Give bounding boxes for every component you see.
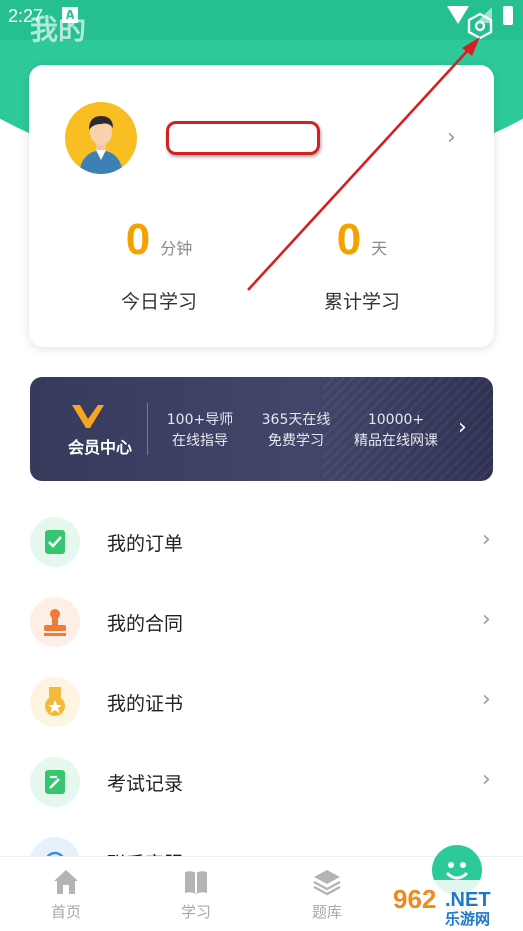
chevron-right-icon: › xyxy=(482,687,491,712)
vip-feature-free-line2: 免费学习 xyxy=(268,433,324,449)
vip-feature-free: 365天在线 免费学习 xyxy=(252,410,340,452)
vip-feature-tutors: 100+导师 在线指导 xyxy=(160,410,240,452)
vip-feature-courses-line2: 精品在线网课 xyxy=(354,433,438,449)
stat-today: 0 分钟 今日学习 xyxy=(59,215,259,314)
chevron-right-icon: › xyxy=(458,415,467,440)
vip-divider xyxy=(147,403,148,455)
menu-label: 我的合同 xyxy=(107,613,184,635)
chevron-right-icon: › xyxy=(482,767,491,792)
book-icon xyxy=(185,871,207,894)
stamp-icon xyxy=(30,597,80,647)
vip-v-logo-icon xyxy=(72,405,104,428)
profile-card: › 0 分钟 今日学习 0天 累计学习 xyxy=(29,65,494,347)
nav-study[interactable]: 学习 xyxy=(156,867,236,922)
menu-item-exam-records[interactable]: 考试记录 › xyxy=(0,753,523,813)
chevron-right-icon[interactable]: › xyxy=(447,125,456,150)
stat-total-label: 累计学习 xyxy=(323,291,400,313)
nav-home[interactable]: 首页 xyxy=(26,867,106,922)
stat-total-unit: 天 xyxy=(371,239,388,258)
settings-button[interactable] xyxy=(466,12,494,40)
vip-feature-tutors-line1: 100+导师 xyxy=(166,412,234,428)
menu-label: 考试记录 xyxy=(107,773,184,795)
watermark-subtitle: 乐游网 xyxy=(445,910,490,928)
stat-total-value: 0 xyxy=(336,215,362,264)
vip-feature-courses-line1: 10000+ xyxy=(367,412,425,428)
page-title: 我的 xyxy=(30,13,87,46)
battery-icon xyxy=(503,6,513,25)
chevron-right-icon: › xyxy=(482,527,491,552)
layers-icon xyxy=(313,870,341,896)
menu-label: 我的证书 xyxy=(107,693,184,715)
order-checklist-icon xyxy=(30,517,80,567)
medal-icon xyxy=(30,677,80,727)
menu-item-orders[interactable]: 我的订单 › xyxy=(0,513,523,573)
nav-home-label: 首页 xyxy=(50,903,81,921)
menu-item-certificates[interactable]: 我的证书 › xyxy=(0,673,523,733)
chevron-right-icon: › xyxy=(482,607,491,632)
menu-item-contracts[interactable]: 我的合同 › xyxy=(0,593,523,653)
watermark-number: 962 xyxy=(393,884,436,914)
nav-question-bank[interactable]: 题库 xyxy=(287,867,367,922)
edit-document-icon xyxy=(30,757,80,807)
vip-feature-courses: 10000+ 精品在线网课 xyxy=(346,410,446,452)
watermark-logo: 962 .NET 乐游网 xyxy=(387,880,519,928)
menu-label: 我的订单 xyxy=(107,533,184,555)
user-avatar-icon xyxy=(79,116,123,174)
nav-study-label: 学习 xyxy=(180,903,211,921)
vip-feature-tutors-line2: 在线指导 xyxy=(172,433,228,449)
vip-banner[interactable]: 会员中心 100+导师 在线指导 365天在线 免费学习 10000+ 精品在线… xyxy=(30,377,493,481)
settings-hexagon-icon xyxy=(467,12,493,40)
home-icon xyxy=(54,870,78,894)
stat-total: 0天 累计学习 xyxy=(262,215,462,314)
user-name-redacted xyxy=(166,121,320,155)
vip-title: 会员中心 xyxy=(67,438,132,457)
stat-today-value: 0 xyxy=(125,215,151,264)
vip-feature-free-line1: 365天在线 xyxy=(261,412,331,428)
nav-question-bank-label: 题库 xyxy=(311,903,342,921)
avatar[interactable] xyxy=(65,102,137,174)
watermark-domain: .NET xyxy=(445,889,491,911)
stat-today-label: 今日学习 xyxy=(120,291,197,313)
stat-today-unit: 分钟 xyxy=(160,239,193,258)
